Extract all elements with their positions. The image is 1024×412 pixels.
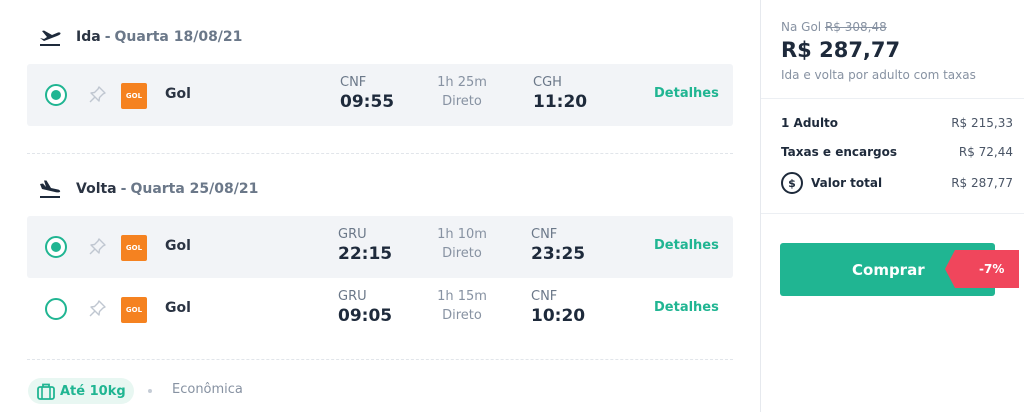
breakdown-value: R$ 215,33 — [951, 116, 1013, 130]
pin-icon[interactable] — [87, 237, 107, 257]
details-link[interactable]: Detalhes — [654, 86, 719, 101]
gol-logo: GOL — [121, 297, 147, 323]
arrival-time: 10:20 — [531, 306, 586, 326]
price: R$ 287,77 — [781, 38, 901, 62]
total-label: Valor total — [811, 176, 883, 190]
price-note: Ida e volta por adulto com taxas — [781, 68, 976, 82]
panel-divider — [761, 213, 1024, 214]
plane-takeoff-icon — [40, 30, 61, 46]
total-row: $ Valor total R$ 287,77 — [781, 172, 1013, 194]
flight-duration: 1h 25m — [437, 75, 487, 90]
duration-block: 1h 10m Direto — [427, 227, 497, 265]
destination-airport: CNF — [531, 289, 558, 304]
destination-airport: CGH — [533, 75, 562, 90]
destination-airport: CNF — [531, 227, 558, 242]
select-flight-radio[interactable] — [45, 298, 67, 320]
separator-dot — [148, 389, 152, 393]
gol-logo: GOL — [121, 235, 147, 261]
arrival-block: CGH 11:20 — [533, 75, 587, 113]
departure-time: 09:55 — [340, 92, 395, 112]
return-header: Volta - Quarta 25/08/21 — [38, 177, 258, 201]
departure-block: CNF 09:55 — [340, 75, 394, 113]
duration-block: 1h 15m Direto — [427, 289, 497, 327]
breakdown-row: Taxas e encargos R$ 72,44 — [781, 145, 1013, 159]
departure-time: 09:05 — [338, 306, 393, 326]
arrival-block: CNF 10:20 — [531, 289, 585, 327]
duration-block: 1h 25m Direto — [427, 75, 497, 113]
plane-landing-icon — [40, 180, 61, 198]
flight-stops: Direto — [442, 308, 482, 323]
flight-stops: Direto — [442, 94, 482, 109]
outbound-header: Ida - Quarta 18/08/21 — [38, 25, 242, 49]
origin-airport: GRU — [338, 289, 367, 304]
flight-duration: 1h 10m — [437, 227, 487, 242]
breakdown-value: R$ 72,44 — [958, 145, 1013, 159]
outbound-date: Quarta 18/08/21 — [114, 29, 243, 45]
return-date: Quarta 25/08/21 — [130, 181, 259, 197]
flight-stops: Direto — [442, 246, 482, 261]
airline-name: Gol — [165, 300, 191, 316]
discount-label: -7% — [979, 262, 1005, 276]
baggage-label: Até 10kg — [60, 383, 126, 399]
flight-row[interactable]: GOL Gol GRU 09:05 1h 15m Direto CNF 10:2… — [27, 278, 733, 340]
dollar-coin-icon: $ — [781, 172, 803, 194]
gol-logo: GOL — [121, 83, 147, 109]
arrival-time: 11:20 — [533, 92, 588, 112]
pin-icon[interactable] — [87, 85, 107, 105]
flight-duration: 1h 15m — [437, 289, 487, 304]
airline-price-note: Na Gol R$ 308,48 — [781, 20, 887, 34]
flight-row[interactable]: GOL Gol GRU 22:15 1h 10m Direto CNF 23:2… — [27, 216, 733, 278]
departure-time: 22:15 — [338, 244, 393, 264]
baggage-badge: Até 10kg — [28, 378, 134, 404]
departure-block: GRU 09:05 — [338, 289, 392, 327]
details-link[interactable]: Detalhes — [654, 300, 719, 315]
origin-airport: GRU — [338, 227, 367, 242]
panel-divider — [761, 98, 1024, 99]
section-divider — [27, 359, 733, 360]
outbound-direction: Ida — [76, 29, 101, 45]
departure-block: GRU 22:15 — [338, 227, 392, 265]
cabin-class: Econômica — [172, 382, 243, 397]
total-label-group: $ Valor total — [781, 172, 882, 194]
return-direction: Volta — [76, 181, 117, 197]
airline-name: Gol — [165, 86, 191, 102]
arrival-time: 23:25 — [531, 244, 586, 264]
flight-row[interactable]: GOL Gol CNF 09:55 1h 25m Direto CGH 11:2… — [27, 64, 733, 126]
suitcase-icon — [37, 383, 55, 400]
select-flight-radio[interactable] — [45, 236, 67, 258]
old-price: R$ 308,48 — [824, 20, 887, 34]
airline-name: Gol — [165, 238, 191, 254]
price-summary-panel: Na Gol R$ 308,48 R$ 287,77 Ida e volta p… — [760, 0, 1024, 412]
origin-airport: CNF — [340, 75, 367, 90]
arrival-block: CNF 23:25 — [531, 227, 585, 265]
details-link[interactable]: Detalhes — [654, 238, 719, 253]
breakdown-row: 1 Adulto R$ 215,33 — [781, 116, 1013, 130]
breakdown-label: Taxas e encargos — [781, 145, 897, 159]
section-divider — [27, 153, 733, 154]
itinerary-panel: Ida - Quarta 18/08/21 GOL Gol CNF 09:55 … — [0, 0, 760, 412]
na-gol-label: Na Gol — [781, 20, 822, 34]
total-value: R$ 287,77 — [951, 176, 1013, 190]
breakdown-label: 1 Adulto — [781, 116, 839, 130]
pin-icon[interactable] — [87, 299, 107, 319]
select-flight-radio[interactable] — [45, 84, 67, 106]
